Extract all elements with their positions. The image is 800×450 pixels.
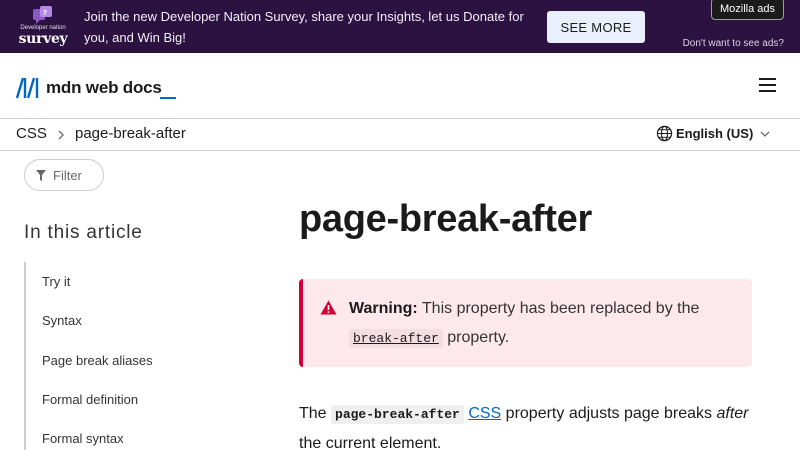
banner-text[interactable]: Join the new Developer Nation Survey, sh… bbox=[84, 6, 534, 48]
warning-text-before: This property has been replaced by the bbox=[421, 300, 700, 317]
breadcrumb-item-current[interactable]: page-break-after bbox=[75, 125, 186, 142]
toc-item[interactable]: Try it bbox=[42, 274, 70, 289]
language-selector[interactable]: English (US) bbox=[656, 125, 771, 142]
logo-text: mdn web docs bbox=[46, 78, 162, 97]
table-of-contents: Try it Syntax Page break aliases Formal … bbox=[24, 262, 234, 450]
survey-logo-big: survey bbox=[18, 31, 68, 47]
intro-prefix: The bbox=[299, 405, 327, 422]
mozilla-ads-badge[interactable]: Mozilla ads bbox=[711, 0, 784, 20]
toc-item[interactable]: Syntax bbox=[42, 313, 82, 328]
warning-icon bbox=[320, 300, 337, 315]
mdn-m-icon bbox=[16, 77, 39, 99]
intro-emphasis: after bbox=[716, 405, 749, 422]
intro-code: page-break-after bbox=[331, 405, 464, 424]
breadcrumb-item-css[interactable]: CSS bbox=[16, 125, 47, 142]
language-label: English (US) bbox=[676, 126, 754, 141]
logo-cursor bbox=[160, 97, 176, 99]
survey-logo[interactable]: ? Developer nation survey bbox=[16, 6, 70, 47]
warning-text-after: property. bbox=[447, 329, 510, 346]
css-link[interactable]: CSS bbox=[468, 405, 501, 422]
globe-icon bbox=[656, 125, 673, 142]
toc-item[interactable]: Formal definition bbox=[42, 392, 138, 407]
intro-paragraph: The page-break-after CSS property adjust… bbox=[299, 399, 759, 450]
filter-label: Filter bbox=[53, 167, 82, 183]
page-title: page-break-after bbox=[299, 198, 592, 240]
filter-icon bbox=[36, 169, 46, 181]
survey-icon: ? bbox=[33, 6, 52, 24]
mdn-logo[interactable]: mdn web docs bbox=[16, 76, 162, 100]
filter-input[interactable]: Filter bbox=[24, 159, 104, 191]
chevron-right-icon bbox=[58, 130, 64, 140]
toc-item[interactable]: Formal syntax bbox=[42, 431, 124, 446]
warning-label: Warning: bbox=[349, 300, 418, 317]
intro-text-2: the current element. bbox=[299, 435, 442, 450]
see-more-button[interactable]: SEE MORE bbox=[547, 11, 645, 43]
warning-text: Warning: This property has been replaced… bbox=[349, 294, 739, 353]
break-after-link[interactable]: break-after bbox=[349, 329, 443, 348]
svg-text:?: ? bbox=[43, 9, 47, 17]
toc-title: In this article bbox=[24, 222, 143, 243]
toc-item[interactable]: Page break aliases bbox=[42, 353, 153, 368]
site-header: mdn web docs bbox=[0, 53, 800, 119]
dont-want-ads-link[interactable]: Don't want to see ads? bbox=[683, 38, 784, 49]
deprecation-warning: Warning: This property has been replaced… bbox=[299, 279, 752, 367]
intro-text-1: property adjusts page breaks bbox=[505, 405, 713, 422]
hamburger-menu-icon[interactable] bbox=[758, 78, 778, 94]
ad-banner: ? Developer nation survey Join the new D… bbox=[0, 0, 800, 53]
breadcrumb-bar: CSS page-break-after English (US) bbox=[0, 119, 800, 151]
chevron-down-icon bbox=[760, 131, 770, 137]
